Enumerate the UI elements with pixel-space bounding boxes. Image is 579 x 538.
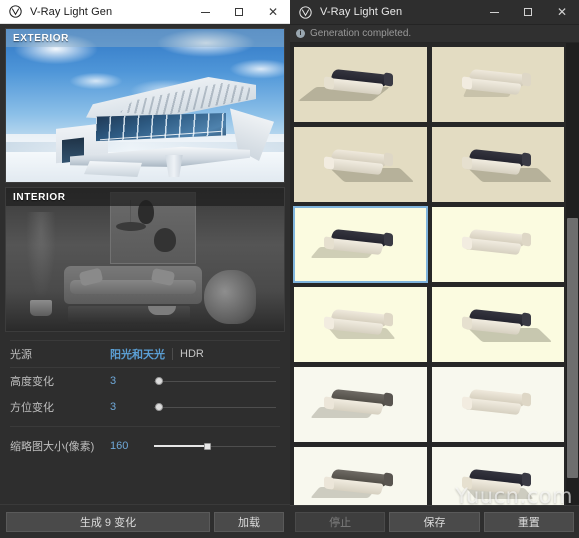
thumbnail-1[interactable] xyxy=(293,46,428,123)
left-window-title: V-Ray Light Gen xyxy=(30,5,113,18)
thumbnail-2[interactable] xyxy=(430,46,565,123)
left-window-controls: ✕ xyxy=(188,0,290,24)
interior-plant xyxy=(24,212,58,308)
height-variation-label: 高度变化 xyxy=(10,376,54,388)
right-window-controls: ✕ xyxy=(477,0,579,24)
reset-button[interactable]: 重置 xyxy=(483,512,574,532)
status-bar: i Generation completed. xyxy=(290,25,579,43)
option-sun-sky[interactable]: 阳光和天光 xyxy=(110,346,165,362)
preview-label-interior: INTERIOR xyxy=(6,188,284,206)
thumbnail-4[interactable] xyxy=(430,126,565,203)
load-button[interactable]: 加载 xyxy=(214,511,284,532)
thumbnail-10[interactable] xyxy=(430,366,565,443)
left-window: V-Ray Light Gen ✕ EXTERIOR INTERIOR 光源 阳… xyxy=(0,0,290,538)
grid-scrollbar[interactable] xyxy=(566,43,579,505)
sofa-render xyxy=(461,228,535,260)
row-thumbnail-size: 缩略图大小(像素) 160 xyxy=(0,433,290,459)
right-window-title: V-Ray Light Gen xyxy=(320,6,403,18)
vray-logo-icon xyxy=(294,0,316,24)
option-hdr[interactable]: HDR xyxy=(180,348,204,360)
close-icon[interactable]: ✕ xyxy=(545,0,579,24)
left-bottom-bar: 生成 9 变化 加载 xyxy=(0,504,290,538)
row-azimuth-variation: 方位变化 3 xyxy=(0,394,290,420)
sofa-render xyxy=(461,68,535,100)
thumbnail-size-slider[interactable] xyxy=(154,439,280,453)
sofa-render xyxy=(298,68,397,101)
interior-armchair xyxy=(204,270,256,324)
preview-exterior[interactable]: EXTERIOR xyxy=(5,28,285,183)
thumbnail-12[interactable] xyxy=(430,446,565,505)
sofa-render xyxy=(310,228,397,260)
info-icon: i xyxy=(296,29,305,38)
thumbnail-3[interactable] xyxy=(293,126,428,203)
sofa-render xyxy=(461,148,552,182)
thumbnail-7[interactable] xyxy=(293,286,428,363)
sofa-render xyxy=(323,308,397,340)
height-variation-value[interactable]: 3 xyxy=(110,375,154,387)
azimuth-variation-label: 方位变化 xyxy=(10,402,54,414)
preview-interior[interactable]: INTERIOR xyxy=(5,187,285,332)
azimuth-variation-slider[interactable] xyxy=(154,400,280,414)
thumbnail-5[interactable] xyxy=(293,206,428,283)
stop-button[interactable]: 停止 xyxy=(295,512,386,532)
minimize-icon[interactable] xyxy=(477,0,511,24)
azimuth-variation-value[interactable]: 3 xyxy=(110,401,154,413)
sofa-render xyxy=(310,468,397,500)
thumbnail-grid-wrapper xyxy=(290,43,579,505)
height-variation-slider[interactable] xyxy=(154,374,280,388)
app-screen: V-Ray Light Gen ✕ EXTERIOR INTERIOR 光源 阳… xyxy=(0,0,579,538)
preview-stack: EXTERIOR INTERIOR xyxy=(0,24,290,332)
thumbnail-size-value[interactable]: 160 xyxy=(110,440,154,452)
status-text: Generation completed. xyxy=(310,28,412,39)
minimize-icon[interactable] xyxy=(188,0,222,24)
save-button[interactable]: 保存 xyxy=(389,512,480,532)
left-title-bar: V-Ray Light Gen ✕ xyxy=(0,0,290,24)
exterior-house xyxy=(34,77,274,177)
right-title-bar: V-Ray Light Gen ✕ xyxy=(290,0,579,25)
row-height-variation: 高度变化 3 xyxy=(0,368,290,394)
sofa-render xyxy=(323,148,415,182)
row-light-source: 光源 阳光和天光 HDR xyxy=(0,341,290,367)
thumbnail-grid xyxy=(290,43,579,505)
light-source-options: 阳光和天光 HDR xyxy=(110,346,204,362)
thumbnail-size-label: 缩略图大小(像素) xyxy=(10,441,95,453)
preview-label-exterior: EXTERIOR xyxy=(6,29,284,47)
generate-button[interactable]: 生成 9 变化 xyxy=(6,511,210,532)
thumbnail-11[interactable] xyxy=(293,446,428,505)
option-separator xyxy=(172,348,173,360)
maximize-icon[interactable] xyxy=(222,0,256,24)
grid-scrollbar-thumb[interactable] xyxy=(567,218,578,478)
interior-pendant-lamp xyxy=(116,200,146,231)
maximize-icon[interactable] xyxy=(511,0,545,24)
vray-logo-icon xyxy=(4,0,26,24)
light-source-label: 光源 xyxy=(10,349,32,361)
thumbnail-9[interactable] xyxy=(293,366,428,443)
sofa-render xyxy=(461,388,535,420)
sofa-render xyxy=(461,468,535,500)
close-icon[interactable]: ✕ xyxy=(256,0,290,24)
right-window: V-Ray Light Gen ✕ i Generation completed… xyxy=(290,0,579,538)
divider xyxy=(10,426,280,427)
thumbnail-6[interactable] xyxy=(430,206,565,283)
thumbnail-8[interactable] xyxy=(430,286,565,363)
right-bottom-bar: 停止 保存 重置 xyxy=(290,505,579,538)
settings-panel: 光源 阳光和天光 HDR 高度变化 3 方位变化 3 缩略图大小(像素) 160 xyxy=(0,336,290,459)
sofa-render xyxy=(310,388,397,420)
sofa-render xyxy=(461,308,552,342)
